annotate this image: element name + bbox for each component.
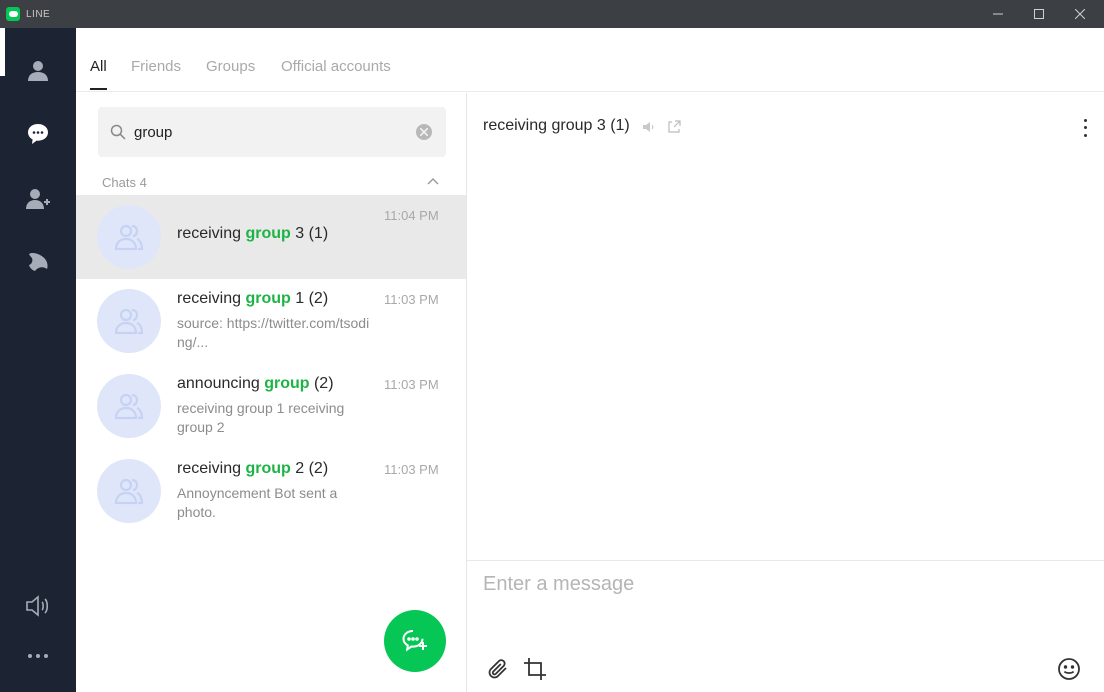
tab-friends[interactable]: Friends bbox=[131, 58, 181, 75]
chat-time: 11:03 PM bbox=[384, 292, 439, 307]
title-bar: LINE bbox=[0, 0, 1104, 28]
clear-icon bbox=[420, 128, 428, 136]
add-person-icon bbox=[26, 189, 50, 209]
group-avatar bbox=[97, 374, 161, 438]
clear-search-button[interactable] bbox=[416, 124, 432, 140]
tab-all[interactable]: All bbox=[90, 58, 107, 75]
more-horizontal-icon bbox=[28, 654, 48, 658]
mute-speaker-icon[interactable] bbox=[641, 119, 657, 135]
line-logo-icon bbox=[6, 7, 20, 21]
chat-bubble-icon bbox=[28, 124, 48, 144]
chat-name: announcing group (2) bbox=[177, 375, 334, 392]
close-button[interactable] bbox=[1060, 0, 1100, 28]
maximize-button[interactable] bbox=[1019, 0, 1059, 28]
minimize-icon bbox=[993, 13, 1003, 15]
conversation-title: receiving group 3 (1) bbox=[483, 117, 630, 134]
more-options-button[interactable] bbox=[1075, 117, 1095, 139]
chat-preview: receiving group 1 receiving group 2 bbox=[177, 400, 345, 435]
chevron-up-icon[interactable] bbox=[426, 175, 440, 189]
section-header: Chats 4 bbox=[102, 175, 147, 190]
nav-timeline[interactable] bbox=[18, 242, 58, 282]
chat-list-panel: group Chats 4 receiving group 3 (1) 11:0… bbox=[76, 93, 466, 692]
message-input[interactable]: Enter a message bbox=[483, 573, 634, 596]
crop-icon bbox=[524, 658, 546, 680]
nav-strip bbox=[0, 28, 5, 76]
attach-file-button[interactable] bbox=[486, 657, 510, 681]
nav-notifications[interactable] bbox=[18, 586, 58, 626]
group-icon bbox=[114, 308, 144, 335]
chat-name: receiving group 1 (2) bbox=[177, 290, 329, 307]
nav-add-friends[interactable] bbox=[18, 178, 58, 218]
chat-name: receiving group 2 (2) bbox=[177, 460, 329, 477]
person-icon bbox=[28, 61, 48, 81]
chat-row-0[interactable]: receiving group 3 (1) 11:04 PM bbox=[76, 195, 466, 279]
smiley-icon bbox=[1058, 658, 1080, 680]
group-icon bbox=[114, 224, 144, 251]
chat-row-2[interactable]: announcing group (2) 11:03 PM receiving … bbox=[76, 363, 466, 447]
speaker-icon bbox=[26, 595, 49, 617]
emoji-button[interactable] bbox=[1057, 657, 1081, 681]
chat-time: 11:04 PM bbox=[384, 208, 439, 223]
nav-chats[interactable] bbox=[18, 114, 58, 154]
chat-preview: Annoyncement Bot sent a photo. bbox=[177, 485, 338, 520]
nav-friends[interactable] bbox=[18, 50, 58, 90]
minimize-button[interactable] bbox=[978, 0, 1018, 28]
tab-bar: All Friends Groups Official accounts bbox=[76, 28, 1104, 92]
external-link-icon[interactable] bbox=[666, 119, 682, 135]
search-box[interactable]: group bbox=[98, 107, 446, 157]
chat-name: receiving group 3 (1) bbox=[177, 225, 329, 242]
window-title: LINE bbox=[26, 8, 51, 20]
active-tab-indicator bbox=[90, 88, 107, 90]
group-avatar bbox=[97, 205, 161, 269]
conversation-panel: receiving group 3 (1) Enter a message bbox=[467, 93, 1104, 692]
screenshot-button[interactable] bbox=[523, 657, 547, 681]
nav-more[interactable] bbox=[18, 636, 58, 676]
search-input[interactable]: group bbox=[134, 124, 172, 141]
chat-preview: source: https://twitter.com/tsoding/... bbox=[177, 315, 370, 350]
new-chat-button[interactable] bbox=[384, 610, 446, 672]
group-avatar bbox=[97, 289, 161, 353]
group-icon bbox=[114, 393, 144, 420]
side-nav bbox=[0, 28, 76, 692]
group-icon bbox=[114, 478, 144, 505]
search-icon bbox=[110, 124, 126, 140]
chat-row-1[interactable]: receiving group 1 (2) 11:03 PM source: h… bbox=[76, 279, 466, 363]
composer-divider bbox=[467, 560, 1104, 561]
group-avatar bbox=[97, 459, 161, 523]
maximize-icon bbox=[1034, 9, 1044, 19]
chat-time: 11:03 PM bbox=[384, 462, 439, 477]
chat-time: 11:03 PM bbox=[384, 377, 439, 392]
tab-official-accounts[interactable]: Official accounts bbox=[281, 58, 391, 75]
tab-groups[interactable]: Groups bbox=[206, 58, 255, 75]
timeline-icon bbox=[29, 253, 48, 271]
paperclip-icon bbox=[488, 659, 507, 679]
new-chat-icon bbox=[402, 630, 427, 652]
close-icon bbox=[1075, 9, 1085, 19]
chat-row-3[interactable]: receiving group 2 (2) 11:03 PM Annoyncem… bbox=[76, 448, 466, 532]
